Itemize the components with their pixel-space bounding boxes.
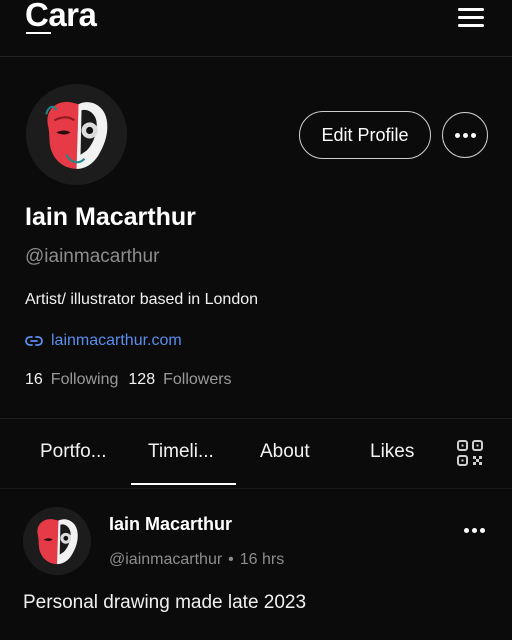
tab-timeline[interactable]: Timeli...	[148, 441, 214, 463]
tab-likes[interactable]: Likes	[370, 441, 414, 463]
followers-count[interactable]: 128	[128, 371, 155, 389]
tab-about[interactable]: About	[260, 441, 310, 463]
top-bar: Cara	[0, 0, 512, 57]
profile-tabs: Portfo... Timeli... About Likes	[0, 418, 512, 486]
post-author-avatar[interactable]	[23, 507, 91, 575]
following-count[interactable]: 16	[25, 371, 43, 389]
post-timestamp: 16 hrs	[239, 551, 285, 568]
post-divider	[0, 488, 512, 489]
link-icon	[25, 336, 43, 346]
profile-page: Cara Edit Profile Iain Macarthur @iainma…	[0, 0, 512, 640]
profile-avatar[interactable]	[26, 84, 127, 185]
edit-profile-button[interactable]: Edit Profile	[299, 111, 431, 159]
post-author-name[interactable]: Iain Macarthur	[109, 514, 232, 535]
hamburger-menu-icon[interactable]	[456, 8, 486, 28]
follow-stats: 16 Following 128 Followers	[25, 371, 234, 389]
following-label[interactable]: Following	[51, 371, 119, 389]
post-text: Personal drawing made late 2023	[23, 592, 307, 613]
profile-website-link[interactable]: lainmacarthur.com	[25, 332, 182, 350]
website-link-text[interactable]: lainmacarthur.com	[51, 332, 182, 350]
logo-underline	[26, 32, 51, 34]
app-logo[interactable]: Cara	[25, 0, 97, 34]
tab-portfolio[interactable]: Portfo...	[40, 441, 107, 463]
active-tab-indicator	[131, 483, 236, 485]
more-options-button[interactable]	[442, 112, 488, 158]
profile-bio: Artist/ illustrator based in London	[25, 291, 259, 308]
more-dots-icon	[454, 132, 476, 138]
profile-name: Iain Macarthur	[25, 203, 196, 231]
post-more-options-icon[interactable]	[460, 522, 488, 538]
qr-code-icon[interactable]	[457, 440, 483, 466]
profile-handle: @iainmacarthur	[25, 246, 160, 267]
followers-label[interactable]: Followers	[163, 371, 231, 389]
meta-separator: •	[228, 551, 234, 568]
post-meta: @iainmacarthur • 16 hrs	[109, 551, 284, 569]
post-author-handle[interactable]: @iainmacarthur	[109, 551, 222, 569]
